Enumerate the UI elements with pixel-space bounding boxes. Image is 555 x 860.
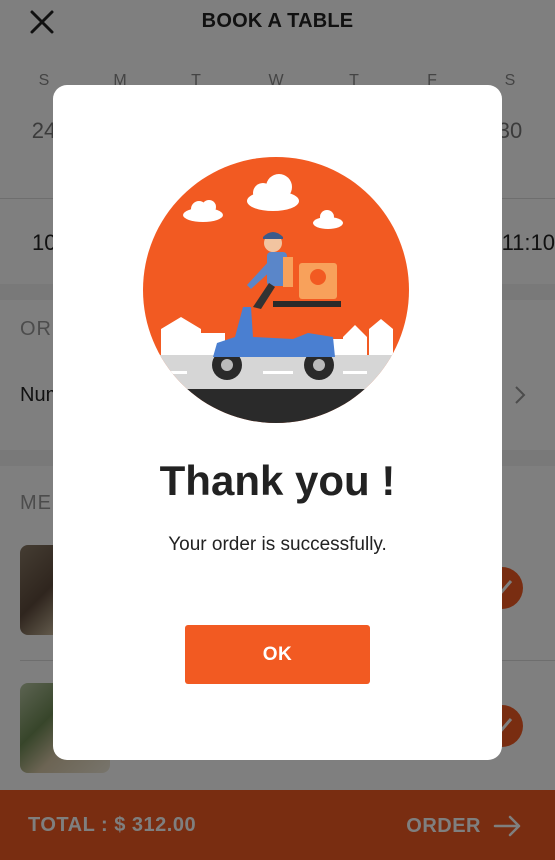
ok-button[interactable]: OK xyxy=(185,625,370,684)
dialog-message: Your order is successfully. xyxy=(168,534,387,555)
thank-you-dialog: Thank you ! Your order is successfully. … xyxy=(53,85,502,760)
delivery-scooter-illustration xyxy=(143,157,409,423)
dialog-title: Thank you ! xyxy=(159,457,396,504)
